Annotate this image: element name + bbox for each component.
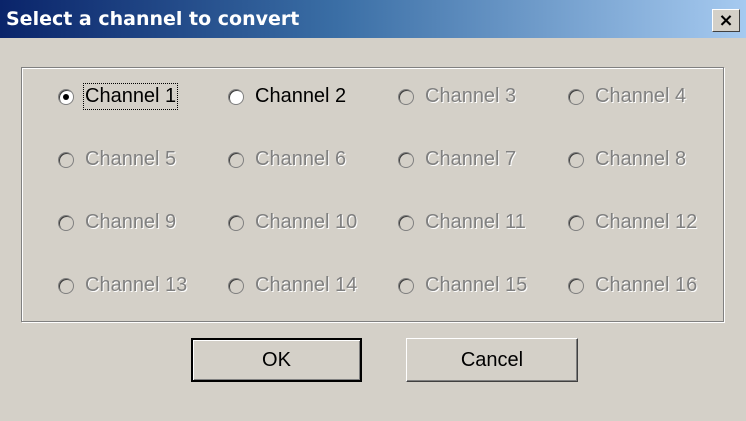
radio-label: Channel 11	[425, 211, 526, 233]
close-icon[interactable]: ×	[712, 9, 740, 32]
radio-button-icon	[568, 277, 584, 294]
radio-button-icon	[398, 214, 414, 231]
radio-channel-6[interactable]: Channel 6	[228, 148, 346, 171]
radio-channel-7[interactable]: Channel 7	[398, 148, 516, 171]
title-bar: Select a channel to convert ×	[0, 0, 746, 38]
radio-label: Channel 12	[595, 211, 698, 233]
radio-channel-12[interactable]: Channel 12	[568, 211, 697, 234]
select-channel-dialog: Select a channel to convert × Channel 1 …	[0, 0, 746, 421]
radio-channel-3[interactable]: Channel 3	[398, 85, 516, 108]
radio-channel-4[interactable]: Channel 4	[568, 85, 686, 108]
radio-label: Channel 1	[82, 83, 179, 110]
radio-button-icon	[58, 88, 74, 105]
radio-button-icon	[58, 151, 74, 168]
radio-label: Channel 13	[85, 274, 188, 296]
radio-button-icon	[228, 151, 244, 168]
radio-channel-16[interactable]: Channel 16	[568, 274, 697, 297]
radio-label: Channel 2	[255, 85, 347, 107]
dialog-title: Select a channel to convert	[6, 8, 300, 30]
radio-channel-2[interactable]: Channel 2	[228, 85, 346, 108]
radio-button-icon	[58, 277, 74, 294]
radio-label: Channel 6	[255, 148, 347, 170]
radio-button-icon	[228, 277, 244, 294]
radio-button-icon	[568, 214, 584, 231]
radio-channel-14[interactable]: Channel 14	[228, 274, 357, 297]
radio-label: Channel 9	[85, 211, 177, 233]
radio-channel-9[interactable]: Channel 9	[58, 211, 176, 234]
ok-button[interactable]: OK	[191, 338, 362, 382]
radio-button-icon	[568, 88, 584, 105]
radio-label: Channel 3	[425, 85, 517, 107]
radio-button-icon	[568, 151, 584, 168]
radio-label: Channel 10	[255, 211, 358, 233]
radio-channel-10[interactable]: Channel 10	[228, 211, 357, 234]
radio-button-icon	[228, 88, 244, 105]
radio-channel-1[interactable]: Channel 1	[58, 83, 179, 110]
radio-label: Channel 16	[595, 274, 698, 296]
radio-channel-8[interactable]: Channel 8	[568, 148, 686, 171]
radio-channel-13[interactable]: Channel 13	[58, 274, 187, 297]
radio-label: Channel 8	[595, 148, 687, 170]
radio-button-icon	[398, 277, 414, 294]
radio-button-icon	[58, 214, 74, 231]
radio-button-icon	[228, 214, 244, 231]
radio-label: Channel 5	[85, 148, 177, 170]
radio-button-icon	[398, 88, 414, 105]
radio-label: Channel 14	[255, 274, 358, 296]
radio-button-icon	[398, 151, 414, 168]
radio-label: Channel 15	[425, 274, 528, 296]
radio-channel-11[interactable]: Channel 11	[398, 211, 526, 234]
radio-channel-5[interactable]: Channel 5	[58, 148, 176, 171]
radio-label: Channel 7	[425, 148, 517, 170]
radio-channel-15[interactable]: Channel 15	[398, 274, 527, 297]
radio-label: Channel 4	[595, 85, 687, 107]
cancel-button[interactable]: Cancel	[406, 338, 578, 382]
